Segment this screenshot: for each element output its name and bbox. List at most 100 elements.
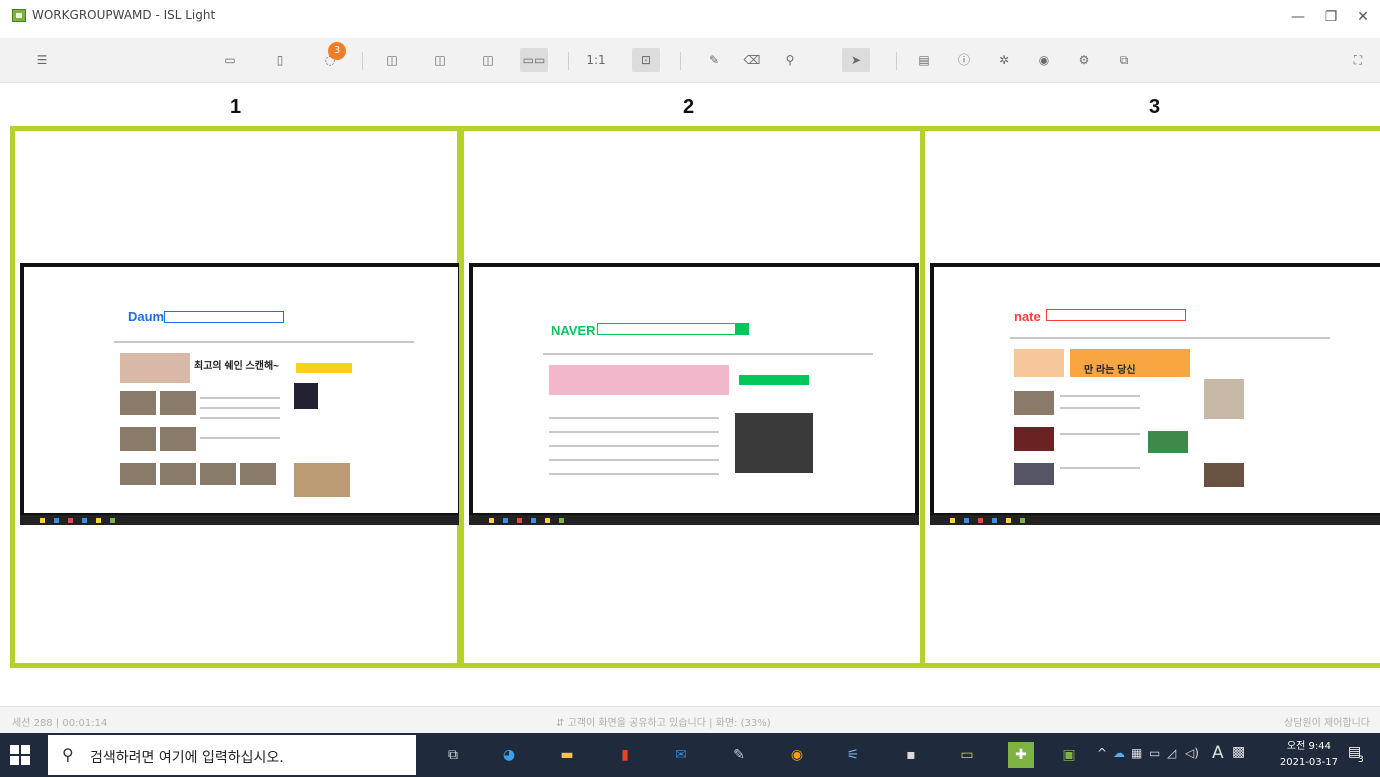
terminal-icon[interactable]: ▪ [898,742,924,768]
fullscreen-icon[interactable]: ⛶ [1346,48,1370,72]
news-thumb [1014,427,1054,451]
search-field [164,311,284,323]
banner-ad [549,365,729,395]
minimize-button[interactable]: — [1283,6,1313,28]
sharing-status-icon: ⇵ [556,718,568,729]
monitor-3-label: 3 [1149,96,1161,118]
text-line [549,417,719,419]
close-button[interactable]: ✕ [1348,6,1378,28]
settings-icon[interactable]: ⚙ [1072,48,1096,72]
remote-taskbar [930,515,1380,525]
text-line [1060,433,1140,435]
text-line [1060,407,1140,409]
taskbar-search-box[interactable]: ⚲ 검색하려면 여기에 입력하십시오. [48,735,416,775]
volume-icon[interactable]: ◁) [1185,746,1199,760]
onedrive-icon[interactable]: ☁ [1113,746,1125,760]
profile-image [1204,379,1244,419]
network-icon[interactable]: ◿ [1167,746,1176,760]
ad-image [294,463,350,497]
battery-icon[interactable]: ▭ [1149,746,1160,760]
search-field [1046,309,1186,321]
pointer-icon[interactable]: ➤ [842,48,870,72]
office-icon[interactable]: ▮ [612,742,638,768]
clock-time: 오전 9:44 [1286,741,1331,752]
news-thumb [240,463,276,485]
news-thumb [1014,463,1054,485]
ad-image [294,383,318,409]
status-bar: 세션 288 | 00:01:14 ⇵ 고객이 화면을 공유하고 있습니다 | … [0,706,1380,733]
folder-icon[interactable]: ▯ [268,48,292,72]
monitor-3-view[interactable]: nate 만 라는 당신 [920,126,1380,668]
ime-mode-icon[interactable]: ▩ [1232,744,1245,760]
eraser-icon[interactable]: ⌫ [740,48,764,72]
tools-icon[interactable]: ✲ [992,48,1016,72]
text-line [549,473,719,475]
monitor-1-icon[interactable]: ◫ [380,48,404,72]
notification-badge: 3 [328,42,346,60]
tray-chevron-icon[interactable]: ^ [1097,746,1107,760]
menu-icon[interactable]: ☰ [30,48,54,72]
windows-start-icon[interactable] [10,745,30,765]
search-button [735,323,749,335]
monitor-1-view[interactable]: Daum 최고의 쉐인 스캔해~ [10,126,462,668]
tray-app-icon[interactable]: ▦ [1131,746,1142,760]
remote-taskbar [20,515,462,525]
banner-headline: 최고의 쉐인 스캔해~ [194,361,279,372]
ad-image [1148,431,1188,453]
fit-screen-icon[interactable]: ⊡ [632,48,660,72]
isl-light-active-icon[interactable]: ✚ [1008,742,1034,768]
login-button [296,363,352,373]
monitor-2-icon[interactable]: ◫ [428,48,452,72]
task-view-icon[interactable]: ⧉ [440,742,466,768]
title-bar: WORKGROUPWAMD - ISL Light — ❐ ✕ [0,0,1380,34]
pen-icon[interactable]: ✎ [702,48,726,72]
separator [680,52,681,70]
text-line [200,417,280,419]
news-thumb [1014,391,1054,415]
clock[interactable]: 오전 9:44 2021-03-17 [1280,739,1338,771]
sharing-status: ⇵ 고객이 화면을 공유하고 있습니다 | 화면: (33%) [556,718,771,729]
text-line [549,445,719,447]
all-monitors-icon[interactable]: ▭▭ [520,48,548,72]
control-status: 상담원이 제어합니다 [1284,718,1370,729]
news-thumb [160,463,196,485]
outlook-icon[interactable]: ✉ [668,742,694,768]
network-app-icon[interactable]: ⚟ [840,742,866,768]
banner-ad [1014,349,1064,377]
record-icon[interactable]: ◉ [1032,48,1056,72]
search-icon: ⚲ [62,745,74,764]
restore-button[interactable]: ❐ [1316,6,1346,28]
monitor-3-icon[interactable]: ◫ [476,48,500,72]
text-line [1060,395,1140,397]
remote-screen-2[interactable]: NAVER [469,263,919,525]
isl-tray-app-icon[interactable]: ▣ [1056,742,1082,768]
screenshot-icon[interactable]: ▤ [912,48,936,72]
ime-indicator[interactable]: A [1212,743,1224,763]
separator [896,52,897,70]
separator [362,52,363,70]
site-logo: nate [1014,309,1041,324]
monitor-icon[interactable]: ▭ [218,48,242,72]
text-line [549,459,719,461]
monitor-2-view[interactable]: NAVER [459,126,925,668]
text-line [200,437,280,439]
news-image [735,413,813,473]
separator [568,52,569,70]
pin-icon[interactable]: ⚲ [778,48,802,72]
remote-screen-3[interactable]: nate 만 라는 당신 [930,263,1380,525]
news-thumb [120,391,156,415]
nav-bar [543,353,873,355]
one-to-one-button[interactable]: 1:1 [584,48,608,72]
remote-control-icon[interactable]: ⧉ [1112,48,1136,72]
taskbar-search-placeholder: 검색하려면 여기에 입력하십시오. [90,750,284,766]
isl-app-icon[interactable]: ▭ [954,742,980,768]
chrome-icon[interactable]: ◉ [784,742,810,768]
paint-icon[interactable]: ✎ [726,742,752,768]
news-thumb [160,427,196,451]
info-icon[interactable]: ⓘ [952,48,976,72]
remote-screen-1[interactable]: Daum 최고의 쉐인 스캔해~ [20,263,462,525]
edge-browser-icon[interactable]: ◕ [496,742,522,768]
shopping-image [1204,463,1244,487]
file-explorer-icon[interactable]: ▬ [554,742,580,768]
remote-taskbar [469,515,919,525]
